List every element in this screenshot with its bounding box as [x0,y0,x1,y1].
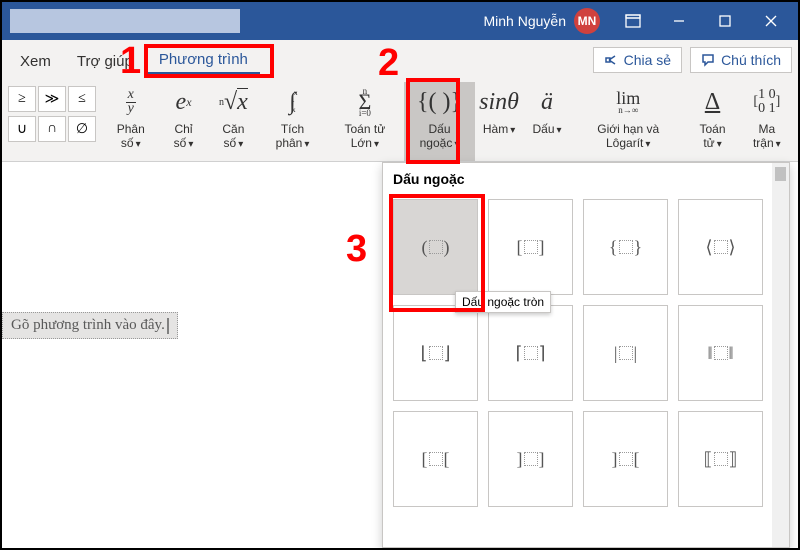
bracket-option-openclose1[interactable]: [[ [393,411,478,507]
gallery-tooltip: Dấu ngoặc tròn [455,291,551,313]
comment-label: Chú thích [721,52,781,68]
window-titlebar: Minh Nguyễn MN [2,2,798,40]
close-button[interactable] [748,2,794,40]
op-gte[interactable]: ≥ [8,86,36,112]
ribbon-display-options-button[interactable] [610,2,656,40]
user-avatar: MN [574,8,600,34]
op-intersect[interactable]: ∩ [38,116,66,142]
script-icon: ex [176,82,192,122]
gallery-section-title: Dấu ngoặc [383,163,789,193]
op-emptyset[interactable]: ∅ [68,116,96,142]
share-label: Chia sẻ [624,52,671,68]
fraction-icon: xy [126,82,136,122]
bracket-option-doublebracket[interactable]: ⟦⟧ [678,411,763,507]
operator-palette[interactable]: ≥ ≫ ≤ ∪ ∩ ∅ [6,82,102,161]
equation-placeholder[interactable]: Gõ phương trình vào đây. [2,312,178,339]
accent-button[interactable]: ä Dấu▾ [523,82,571,161]
limit-icon: limn→∞ [616,82,640,122]
accent-icon: ä [541,82,553,122]
bracket-option-ceil[interactable]: ⌈⌉ [488,305,573,401]
bracket-option-round[interactable]: () [393,199,478,295]
bracket-option-curly[interactable]: {} [583,199,668,295]
bracket-option-openclose3[interactable]: ][ [583,411,668,507]
large-operator-icon: nΣi=0 [358,82,371,122]
matrix-icon: [1 00 1] [753,82,780,122]
bracket-button[interactable]: {( )} Dấu ngoặc▾ [404,82,475,161]
document-title-field[interactable] [10,9,240,33]
tab-view[interactable]: Xem [8,47,63,74]
bracket-icon: {( )} [417,82,462,122]
large-operator-button[interactable]: nΣi=0 Toán tử Lớn▾ [326,82,404,161]
account-control[interactable]: Minh Nguyễn MN [484,8,601,34]
radical-icon: n√x [219,82,248,122]
tab-equation[interactable]: Phương trình [147,45,260,75]
function-button[interactable]: sinθ Hàm▾ [475,82,523,161]
maximize-button[interactable] [702,2,748,40]
bracket-option-square[interactable]: [] [488,199,573,295]
integral-button[interactable]: ∫x-x Tích phân▾ [259,82,326,161]
op-lte[interactable]: ≤ [68,86,96,112]
gallery-scrollbar[interactable] [772,163,789,547]
ribbon-tabs: Xem Trợ giúp Phương trình Chia sẻ Chú th… [2,40,798,80]
function-icon: sinθ [479,82,519,122]
integral-icon: ∫x-x [289,82,296,122]
matrix-button[interactable]: [1 00 1] Ma trận▾ [740,82,794,161]
op-much-greater[interactable]: ≫ [38,86,66,112]
bracket-option-floor[interactable]: ⌊⌋ [393,305,478,401]
operator-icon: Δ [705,82,720,122]
bracket-option-norm[interactable]: ‖‖ [678,305,763,401]
script-button[interactable]: ex Chỉ số▾ [160,82,208,161]
fraction-button[interactable]: xy Phân số▾ [102,82,160,161]
scrollbar-thumb[interactable] [775,167,786,181]
op-union[interactable]: ∪ [8,116,36,142]
bracket-option-openclose2[interactable]: ]] [488,411,573,507]
radical-button[interactable]: n√x Căn số▾ [208,82,260,161]
user-name: Minh Nguyễn [484,13,567,29]
tab-help[interactable]: Trợ giúp [65,47,145,74]
bracket-option-angle[interactable]: ⟨⟩ [678,199,763,295]
minimize-button[interactable] [656,2,702,40]
operator-button[interactable]: Δ Toán tử▾ [685,82,739,161]
bracket-option-abs[interactable]: || [583,305,668,401]
comment-button[interactable]: Chú thích [690,47,792,73]
limit-log-button[interactable]: limn→∞ Giới hạn và Lôgarít▾ [571,82,685,161]
bracket-gallery: Dấu ngoặc () [] {} ⟨⟩ ⌊⌋ ⌈⌉ || ‖‖ [[ ]] … [382,162,790,548]
equation-ribbon: ≥ ≫ ≤ ∪ ∩ ∅ xy Phân số▾ ex Chỉ số▾ n√x C… [2,80,798,162]
share-button[interactable]: Chia sẻ [593,47,682,73]
